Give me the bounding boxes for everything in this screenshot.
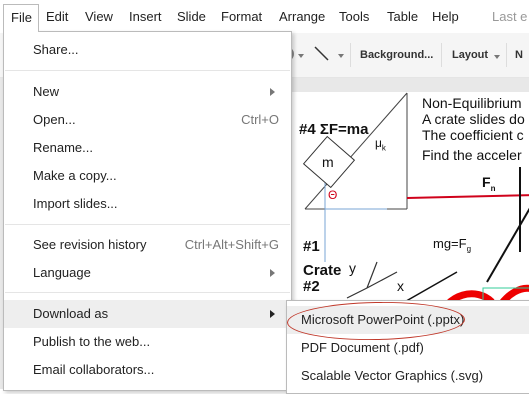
mu-label: μk — [375, 136, 386, 153]
theta-label: Θ — [328, 188, 338, 202]
slide-text-line-4: Find the acceler — [422, 147, 522, 163]
slide-text-line-2: A crate slides do — [422, 111, 525, 127]
slide-text-line-3: The coefficient c — [422, 127, 524, 143]
menu-item-publish[interactable]: Publish to the web... — [4, 328, 291, 356]
menu-insert[interactable]: Insert — [129, 9, 162, 24]
menu-item-label: New — [33, 84, 60, 99]
menubar: File Edit View Insert Slide Format Arran… — [0, 0, 529, 33]
menu-item-rename[interactable]: Rename... — [4, 134, 291, 162]
dropdown-arrow-icon[interactable] — [338, 54, 344, 58]
menu-item-new[interactable]: New — [4, 78, 291, 106]
x-axis-label: x — [397, 278, 404, 294]
layout-dropdown-arrow-icon[interactable] — [494, 55, 500, 59]
toolbar-divider — [350, 43, 351, 67]
menu-item-label: Email collaborators... — [33, 362, 155, 377]
toolbar-divider — [441, 43, 442, 67]
menu-item-label: Open... — [33, 112, 76, 127]
mass-label: m — [322, 154, 334, 170]
label-2: #2 — [303, 278, 320, 295]
menu-item-import-slides[interactable]: Import slides... — [4, 190, 291, 218]
menu-view[interactable]: View — [85, 9, 113, 24]
file-menu: Share... New Open... Ctrl+O Rename... Ma… — [3, 31, 292, 391]
menu-item-email-collaborators[interactable]: Email collaborators... — [4, 356, 291, 384]
slide-text-line-1: Non-Equilibrium — [422, 95, 522, 111]
dropdown-arrow-icon[interactable] — [298, 54, 304, 58]
menu-item-label: Rename... — [33, 140, 93, 155]
crate-label: Crate — [303, 262, 342, 279]
mg-label: mg=Fg — [433, 236, 472, 254]
menu-item-label: Share... — [33, 42, 79, 57]
submenu-item-svg[interactable]: Scalable Vector Graphics (.svg) — [287, 362, 529, 390]
layout-button[interactable]: Layout — [452, 49, 488, 61]
menu-item-label: Import slides... — [33, 196, 118, 211]
menu-item-label: Download as — [33, 306, 109, 321]
normal-force-label: Fn — [482, 174, 496, 193]
menu-divider — [5, 224, 290, 225]
menu-tools[interactable]: Tools — [339, 9, 369, 24]
background-button[interactable]: Background... — [360, 49, 433, 61]
menu-file[interactable]: File — [3, 4, 39, 32]
menu-item-make-copy[interactable]: Make a copy... — [4, 162, 291, 190]
menu-item-share[interactable]: Share... — [4, 36, 291, 64]
menu-edit[interactable]: Edit — [46, 9, 68, 24]
submenu-item-label: Scalable Vector Graphics (.svg) — [301, 368, 484, 383]
menu-item-language[interactable]: Language — [4, 259, 291, 287]
menu-divider — [5, 292, 290, 293]
menu-format[interactable]: Format — [221, 9, 262, 24]
menu-item-label: See revision history — [33, 237, 147, 252]
submenu-arrow-icon — [270, 88, 275, 96]
y-axis-label: y — [349, 260, 356, 276]
toolbar-divider — [506, 43, 507, 67]
menu-item-label: Language — [33, 265, 91, 280]
menu-help[interactable]: Help — [432, 9, 459, 24]
menu-item-download-as[interactable]: Download as — [4, 300, 291, 328]
submenu-item-label: PDF Document (.pdf) — [301, 340, 424, 355]
submenu-arrow-icon — [270, 310, 275, 318]
toolbar-more-button[interactable]: N — [515, 49, 523, 61]
label-1: #1 — [303, 238, 320, 255]
line-tool-icon[interactable] — [313, 45, 331, 63]
menu-item-label: Publish to the web... — [33, 334, 151, 349]
menu-item-open[interactable]: Open... Ctrl+O — [4, 106, 291, 134]
menu-item-label: Make a copy... — [33, 168, 117, 183]
menu-shortcut: Ctrl+O — [241, 112, 279, 127]
last-edit-status[interactable]: Last e — [492, 9, 527, 24]
slide-equation-title: #4 ΣF=ma — [299, 121, 369, 138]
menu-divider — [5, 70, 290, 71]
submenu-arrow-icon — [270, 269, 275, 277]
menu-arrange[interactable]: Arrange — [279, 9, 325, 24]
menu-slide[interactable]: Slide — [177, 9, 206, 24]
menu-item-revision-history[interactable]: See revision history Ctrl+Alt+Shift+G — [4, 231, 291, 259]
menu-table[interactable]: Table — [387, 9, 418, 24]
menu-shortcut: Ctrl+Alt+Shift+G — [184, 237, 279, 252]
